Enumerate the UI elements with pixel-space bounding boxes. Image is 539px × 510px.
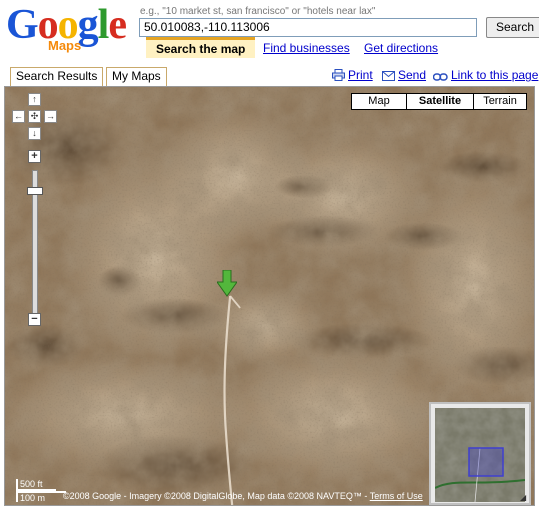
logo-maps-label: Maps bbox=[48, 38, 82, 53]
search-input[interactable]: 50.010083,-110.113006 bbox=[139, 18, 477, 37]
map-type-map-button[interactable]: Map bbox=[351, 93, 407, 110]
map-type-terrain-button[interactable]: Terrain bbox=[473, 93, 527, 110]
zoom-in-button[interactable]: + bbox=[28, 150, 41, 163]
pan-center-button[interactable]: ✣ bbox=[28, 110, 41, 123]
overview-map-imagery bbox=[435, 408, 525, 502]
search-button[interactable]: Search bbox=[486, 17, 539, 38]
pan-down-button[interactable]: ↓ bbox=[28, 127, 41, 140]
overview-map[interactable]: ◢ bbox=[429, 402, 531, 505]
link-to-page-link[interactable]: Link to this page bbox=[432, 68, 539, 84]
pan-up-button[interactable]: ↑ bbox=[28, 93, 41, 106]
send-link[interactable]: Send bbox=[382, 68, 426, 84]
overview-toggle-icon[interactable]: ◢ bbox=[520, 494, 528, 502]
send-label: Send bbox=[398, 68, 427, 82]
map-type-satellite-button[interactable]: Satellite bbox=[406, 93, 474, 110]
google-maps-logo[interactable]: Google Maps bbox=[6, 2, 132, 54]
tab-find-businesses[interactable]: Find businesses bbox=[263, 39, 350, 58]
print-link[interactable]: Print bbox=[332, 68, 373, 84]
terms-of-use-link[interactable]: Terms of Use bbox=[370, 491, 423, 501]
printer-icon bbox=[332, 69, 345, 84]
chain-link-icon bbox=[432, 70, 448, 84]
link-label: Link to this page bbox=[451, 68, 539, 82]
tab-search-results[interactable]: Search Results bbox=[10, 67, 104, 86]
scale-feet-label: 500 ft bbox=[16, 479, 56, 491]
scale-meters-label: 100 m bbox=[16, 491, 66, 503]
print-label: Print bbox=[348, 68, 373, 82]
scale-bar: 500 ft 100 m bbox=[11, 479, 69, 503]
tab-get-directions[interactable]: Get directions bbox=[364, 39, 438, 58]
tab-my-maps[interactable]: My Maps bbox=[106, 67, 167, 86]
zoom-out-button[interactable]: − bbox=[28, 313, 41, 326]
pan-right-button[interactable]: → bbox=[44, 110, 57, 123]
tab-search-the-map[interactable]: Search the map bbox=[146, 37, 256, 58]
envelope-icon bbox=[382, 70, 395, 84]
pan-left-button[interactable]: ← bbox=[12, 110, 25, 123]
copyright-notice: ©2008 Google - Imagery ©2008 DigitalGlob… bbox=[63, 491, 423, 501]
zoom-slider-thumb[interactable] bbox=[27, 186, 43, 195]
copyright-text: ©2008 Google - Imagery ©2008 DigitalGlob… bbox=[63, 491, 370, 501]
map-canvas[interactable]: Map Satellite Terrain ↑ ← ✣ → ↓ + − 500 … bbox=[4, 86, 535, 506]
search-hint: e.g., "10 market st, san francisco" or "… bbox=[140, 6, 376, 17]
green-arrow-marker-icon[interactable] bbox=[216, 269, 238, 300]
